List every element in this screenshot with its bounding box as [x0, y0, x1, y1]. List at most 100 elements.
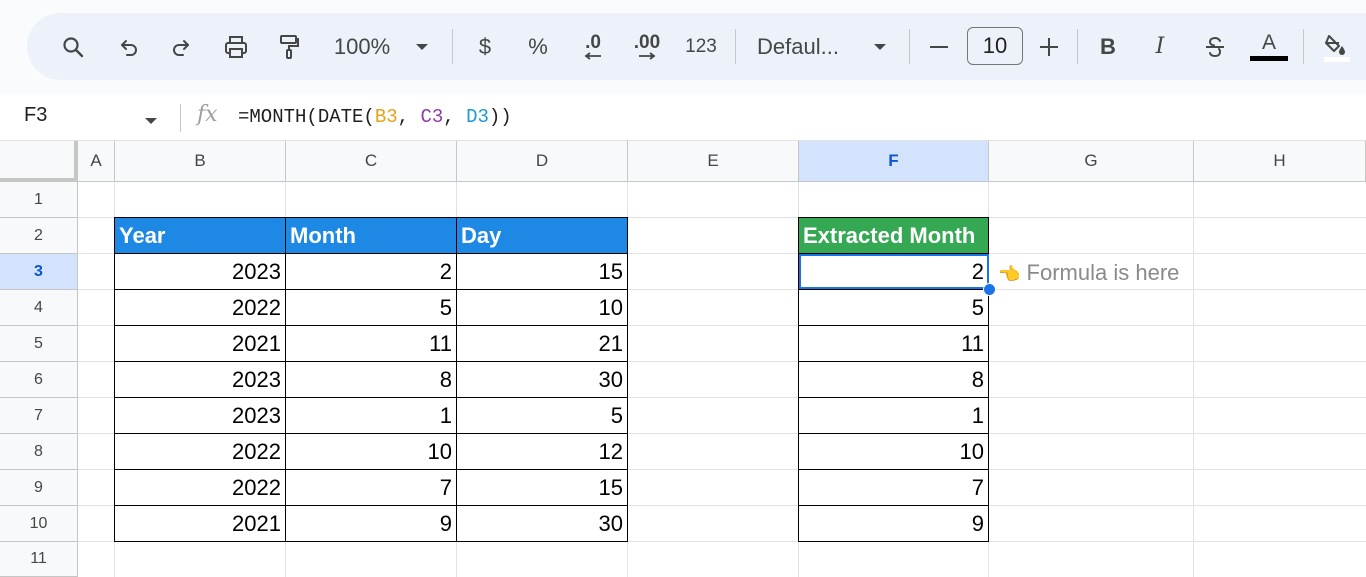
- undo-icon[interactable]: [111, 13, 147, 80]
- extracted-month-cell[interactable]: 1: [798, 397, 989, 434]
- row-header-2[interactable]: 2: [0, 218, 78, 254]
- row-header-10[interactable]: 10: [0, 506, 78, 542]
- increase-decimal-button[interactable]: .00: [627, 13, 667, 80]
- table-cell[interactable]: 11: [285, 325, 457, 362]
- column-header-a[interactable]: A: [78, 141, 115, 182]
- paint-format-icon[interactable]: [271, 13, 307, 80]
- table-cell[interactable]: 12: [456, 433, 628, 470]
- table-cell[interactable]: 2022: [114, 433, 286, 470]
- table-header-month[interactable]: Month: [285, 217, 457, 254]
- formula-ref-d3: D3: [466, 106, 489, 128]
- table-cell[interactable]: 15: [456, 253, 628, 290]
- fill-color-icon[interactable]: [1317, 13, 1357, 80]
- extracted-month-cell[interactable]: 10: [798, 433, 989, 470]
- table-cell[interactable]: 5: [456, 397, 628, 434]
- increase-font-size-button[interactable]: [1035, 13, 1063, 80]
- search-icon[interactable]: [55, 13, 91, 80]
- print-icon[interactable]: [217, 13, 255, 80]
- table-cell[interactable]: 9: [285, 505, 457, 542]
- row-header-3[interactable]: 3: [0, 254, 78, 290]
- table-cell[interactable]: 8: [285, 361, 457, 398]
- toolbar-divider: [1077, 29, 1078, 64]
- extracted-month-cell[interactable]: 11: [798, 325, 989, 362]
- table-cell[interactable]: 30: [456, 505, 628, 542]
- column-header-b[interactable]: B: [115, 141, 286, 182]
- name-box-dropdown-icon[interactable]: [144, 112, 158, 130]
- formula-input[interactable]: =MONTH(DATE(B3, C3, D3)): [238, 106, 512, 128]
- row-header-5[interactable]: 5: [0, 326, 78, 362]
- table-cell[interactable]: 30: [456, 361, 628, 398]
- zoom-value[interactable]: 100%: [327, 13, 397, 80]
- table-cell[interactable]: 2022: [114, 289, 286, 326]
- number-format-button[interactable]: 123: [679, 13, 723, 80]
- name-box[interactable]: F3: [24, 104, 47, 127]
- formula-suffix: )): [488, 106, 512, 128]
- redo-icon[interactable]: [163, 13, 199, 80]
- percent-format-button[interactable]: %: [525, 13, 551, 80]
- font-dropdown-icon[interactable]: [869, 13, 891, 80]
- bold-button[interactable]: B: [1095, 13, 1121, 80]
- formula-prefix: =MONTH(DATE(: [238, 106, 375, 128]
- text-color-label: A: [1261, 31, 1276, 54]
- table-header-day[interactable]: Day: [456, 217, 628, 254]
- font-family-select[interactable]: Defaul...: [757, 13, 853, 80]
- table-header-year[interactable]: Year: [114, 217, 286, 254]
- extracted-month-cell[interactable]: 7: [798, 469, 989, 506]
- decrease-font-size-button[interactable]: [925, 13, 953, 80]
- extracted-month-cell[interactable]: 9: [798, 505, 989, 542]
- table-cell[interactable]: 2021: [114, 325, 286, 362]
- italic-button[interactable]: I: [1147, 13, 1173, 80]
- column-header-f[interactable]: F: [799, 141, 989, 182]
- arrow-right-icon: [639, 51, 656, 60]
- column-header-c[interactable]: C: [286, 141, 457, 182]
- table-cell[interactable]: 10: [456, 289, 628, 326]
- zoom-dropdown-icon[interactable]: [411, 13, 433, 80]
- table-cell[interactable]: 15: [456, 469, 628, 506]
- select-all-corner[interactable]: [0, 141, 78, 182]
- formula-bar: F3 fx =MONTH(DATE(B3, C3, D3)): [0, 94, 1366, 141]
- gridline: [1193, 182, 1194, 577]
- formula-bar-divider: [180, 104, 181, 132]
- table-cell[interactable]: 2023: [114, 253, 286, 290]
- row-header-4[interactable]: 4: [0, 290, 78, 326]
- table-cell[interactable]: 7: [285, 469, 457, 506]
- table-cell[interactable]: 2023: [114, 397, 286, 434]
- extracted-month-cell[interactable]: 5: [798, 289, 989, 326]
- column-header-e[interactable]: E: [628, 141, 799, 182]
- extracted-month-cell[interactable]: 8: [798, 361, 989, 398]
- row-header-7[interactable]: 7: [0, 398, 78, 434]
- column-header-h[interactable]: H: [1194, 141, 1366, 182]
- row-header-1[interactable]: 1: [0, 182, 78, 218]
- formula-comma: ,: [397, 106, 421, 128]
- table-cell[interactable]: 21: [456, 325, 628, 362]
- column-header-g[interactable]: G: [989, 141, 1194, 182]
- decrease-decimal-button[interactable]: .0: [575, 13, 611, 80]
- row-header-11[interactable]: 11: [0, 542, 78, 577]
- table-cell[interactable]: 2: [285, 253, 457, 290]
- formula-comma: ,: [443, 106, 467, 128]
- toolbar-divider: [735, 29, 736, 64]
- toolbar-divider: [452, 29, 453, 64]
- row-header-8[interactable]: 8: [0, 434, 78, 470]
- table-cell[interactable]: 2023: [114, 361, 286, 398]
- table-cell[interactable]: 5: [285, 289, 457, 326]
- fx-icon: fx: [197, 102, 218, 127]
- text-color-button[interactable]: A: [1249, 13, 1289, 80]
- strikethrough-icon[interactable]: [1201, 13, 1229, 80]
- extracted-month-header[interactable]: Extracted Month: [798, 217, 989, 254]
- decrease-decimal-label: .0: [585, 31, 601, 53]
- currency-format-button[interactable]: $: [473, 13, 497, 80]
- column-header-d[interactable]: D: [457, 141, 628, 182]
- table-cell[interactable]: 2021: [114, 505, 286, 542]
- table-cell[interactable]: 10: [285, 433, 457, 470]
- table-cell[interactable]: 2022: [114, 469, 286, 506]
- increase-decimal-label: .00: [633, 31, 661, 53]
- spreadsheet-grid: A B C D E F G H 1 2 3 4 5 6 7 8 9 10 11 …: [0, 141, 1366, 577]
- font-size-input[interactable]: 10: [967, 27, 1023, 65]
- row-header-9[interactable]: 9: [0, 470, 78, 506]
- active-cell-selection[interactable]: [799, 254, 989, 289]
- table-cell[interactable]: 1: [285, 397, 457, 434]
- main-toolbar: 100% $ % .0 .00 123 Defaul... 10 B I A: [27, 13, 1366, 80]
- fill-handle[interactable]: [983, 283, 996, 296]
- row-header-6[interactable]: 6: [0, 362, 78, 398]
